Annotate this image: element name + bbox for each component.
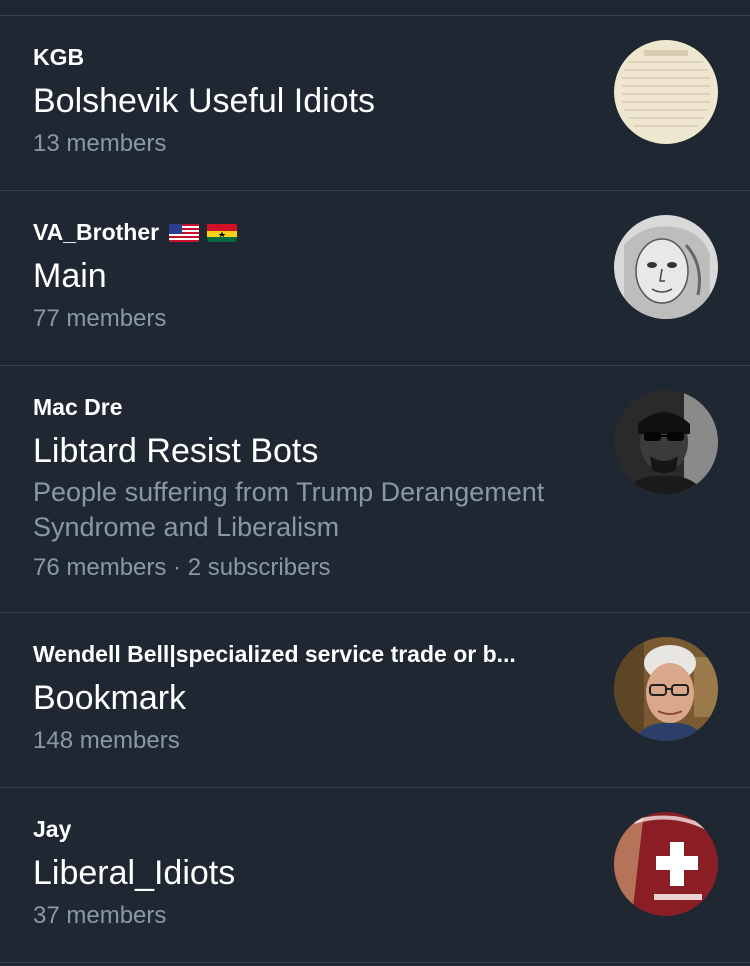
parchment-document-avatar[interactable] xyxy=(614,40,718,144)
top-divider xyxy=(0,0,750,16)
list-item[interactable]: Wendell Bell|specialized service trade o… xyxy=(0,613,750,788)
list-title: Bolshevik Useful Idiots xyxy=(33,82,376,120)
meta-separator: · xyxy=(166,554,188,581)
list-owner: Jay xyxy=(33,815,600,843)
list-owner-name: Mac Dre xyxy=(33,394,123,420)
sketch-portrait-avatar[interactable] xyxy=(614,215,718,319)
list-item-text: Jay Liberal_Idiots 37 members xyxy=(33,815,600,931)
sunglasses-portrait-avatar[interactable] xyxy=(614,390,718,494)
list-owner-name: Jay xyxy=(33,816,72,842)
list-meta: 76 members · 2 subscribers xyxy=(33,553,600,583)
us-flag-icon xyxy=(169,222,200,242)
list-item-text: Wendell Bell|specialized service trade o… xyxy=(33,640,600,756)
list-item[interactable]: VA_Brother Main 77 members xyxy=(0,191,750,366)
list-owner-name: KGB xyxy=(33,44,85,70)
list-owner: KGB xyxy=(33,43,600,71)
list-owner: Wendell Bell|specialized service trade o… xyxy=(33,640,600,668)
list-members: 13 members xyxy=(33,130,167,157)
list-item-text: VA_Brother Main 77 members xyxy=(33,218,600,334)
list-item[interactable]: KGB Bolshevik Useful Idiots 13 members xyxy=(0,16,750,191)
list-item-text: Mac Dre Libtard Resist Bots People suffe… xyxy=(33,393,600,583)
ghana-flag-icon xyxy=(207,222,238,242)
list-title: Bookmark xyxy=(33,679,187,717)
list-owner-name: Wendell Bell|specialized service trade o… xyxy=(33,641,516,667)
list-members: 148 members xyxy=(33,727,180,754)
list-item[interactable]: Mac Dre Libtard Resist Bots People suffe… xyxy=(0,366,750,613)
list-owner: VA_Brother xyxy=(33,218,600,246)
lists-list: KGB Bolshevik Useful Idiots 13 members V… xyxy=(0,0,750,963)
list-description: People suffering from Trump Derangement … xyxy=(33,477,545,542)
older-man-glasses-avatar[interactable] xyxy=(614,637,718,741)
list-owner-name: VA_Brother xyxy=(33,219,160,245)
list-title: Main xyxy=(33,257,107,295)
list-subscribers: 2 subscribers xyxy=(187,554,331,581)
list-item-text: KGB Bolshevik Useful Idiots 13 members xyxy=(33,43,600,159)
list-members: 76 members xyxy=(33,554,167,581)
list-owner: Mac Dre xyxy=(33,393,600,421)
list-item[interactable]: Jay Liberal_Idiots 37 members xyxy=(0,788,750,963)
list-title: Liberal_Idiots xyxy=(33,854,236,892)
list-members: 37 members xyxy=(33,902,167,929)
list-title: Libtard Resist Bots xyxy=(33,432,319,470)
list-members: 77 members xyxy=(33,305,167,332)
red-shirt-avatar[interactable] xyxy=(614,812,718,916)
